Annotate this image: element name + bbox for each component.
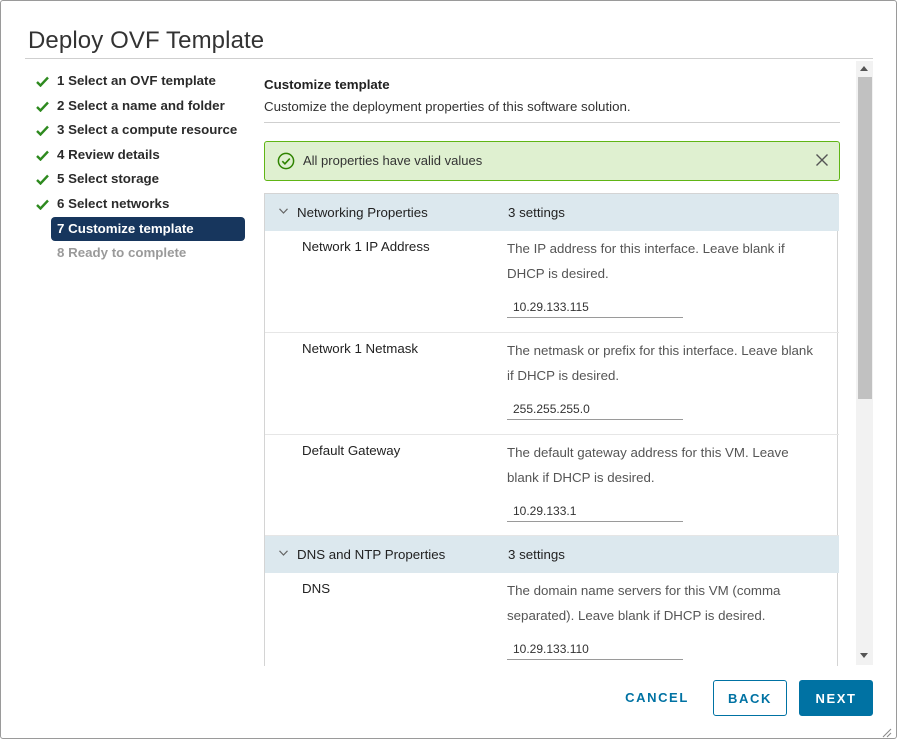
step-label: 2 Select a name and folder [57,97,225,113]
checkmark-icon [36,76,49,87]
step-6[interactable]: 6 Select networks [34,192,249,217]
property-description: The IP address for this interface. Leave… [507,241,785,281]
next-button[interactable]: NEXT [799,680,873,716]
property-row: Network 1 IP Address The IP address for … [265,231,839,333]
check-circle-icon [277,152,295,170]
step-4[interactable]: 4 Review details [34,143,249,168]
property-name: DNS [302,581,331,596]
property-row: Default Gateway The default gateway addr… [265,435,839,536]
scrollbar-thumb[interactable] [858,77,872,399]
success-alert: All properties have valid values [264,141,840,181]
cancel-button[interactable]: CANCEL [618,680,696,716]
default-gateway-field[interactable] [507,500,683,522]
page-title: Customize template [264,77,390,92]
step-3[interactable]: 3 Select a compute resource [34,118,249,143]
step-label: 4 Review details [57,146,160,162]
checkmark-icon [36,150,49,161]
properties-grid: Networking Properties 3 settings Network… [264,193,839,666]
checkmark-icon [36,125,49,137]
page-subtitle: Customize the deployment properties of t… [264,99,631,114]
step-2[interactable]: 2 Select a name and folder [34,94,249,119]
property-name: Network 1 Netmask [302,341,419,356]
checkmark-icon [36,199,49,210]
back-button[interactable]: BACK [713,680,787,716]
content-pane: Customize template Customize the deploym… [264,59,840,666]
property-description: The default gateway address for this VM.… [507,445,789,485]
dialog-title: Deploy OVF Template [28,27,265,54]
deploy-ovf-dialog: Deploy OVF Template 1 Select an OVF temp… [0,0,897,739]
step-1[interactable]: 1 Select an OVF template [34,69,249,94]
chevron-down-icon[interactable] [279,208,288,214]
property-description: The netmask or prefix for this interface… [507,343,813,383]
chevron-down-icon[interactable] [279,550,288,556]
resize-handle-icon[interactable] [880,726,892,738]
wizard-steps: 1 Select an OVF template 2 Select a name… [34,69,249,266]
property-name: Default Gateway [302,443,401,458]
step-label: 1 Select an OVF template [57,73,216,88]
step-label: 8 Ready to complete [57,245,187,261]
netmask-field[interactable] [507,398,683,420]
property-row: DNS The domain name servers for this VM … [265,573,839,666]
dns-field[interactable] [507,638,683,660]
group-count: 3 settings [508,547,565,562]
group-dns-ntp-properties[interactable]: DNS and NTP Properties 3 settings [265,536,839,573]
checkmark-icon [36,101,49,112]
group-name: Networking Properties [297,205,428,220]
step-7-active[interactable]: 7 Customize template [34,216,249,242]
step-label: 6 Select networks [57,195,170,211]
group-name: DNS and NTP Properties [297,547,446,562]
step-label: 5 Select storage [57,171,159,187]
group-networking-properties[interactable]: Networking Properties 3 settings [265,194,839,231]
ip-address-field[interactable] [507,296,683,318]
scroll-down-arrow-icon[interactable] [859,652,869,660]
content-divider [264,122,840,123]
step-5[interactable]: 5 Select storage [34,167,249,192]
property-description: The domain name servers for this VM (com… [507,583,781,623]
property-row: Network 1 Netmask The netmask or prefix … [265,333,839,435]
step-label: 3 Select a compute resource [57,122,238,138]
step-8: 8 Ready to complete [34,241,249,266]
alert-message: All properties have valid values [303,153,483,168]
close-icon[interactable] [815,153,829,167]
scroll-up-arrow-icon[interactable] [859,64,869,72]
step-label: 7 Customize template [57,220,194,236]
property-name: Network 1 IP Address [302,239,430,254]
checkmark-icon [36,175,49,186]
group-count: 3 settings [508,205,565,220]
